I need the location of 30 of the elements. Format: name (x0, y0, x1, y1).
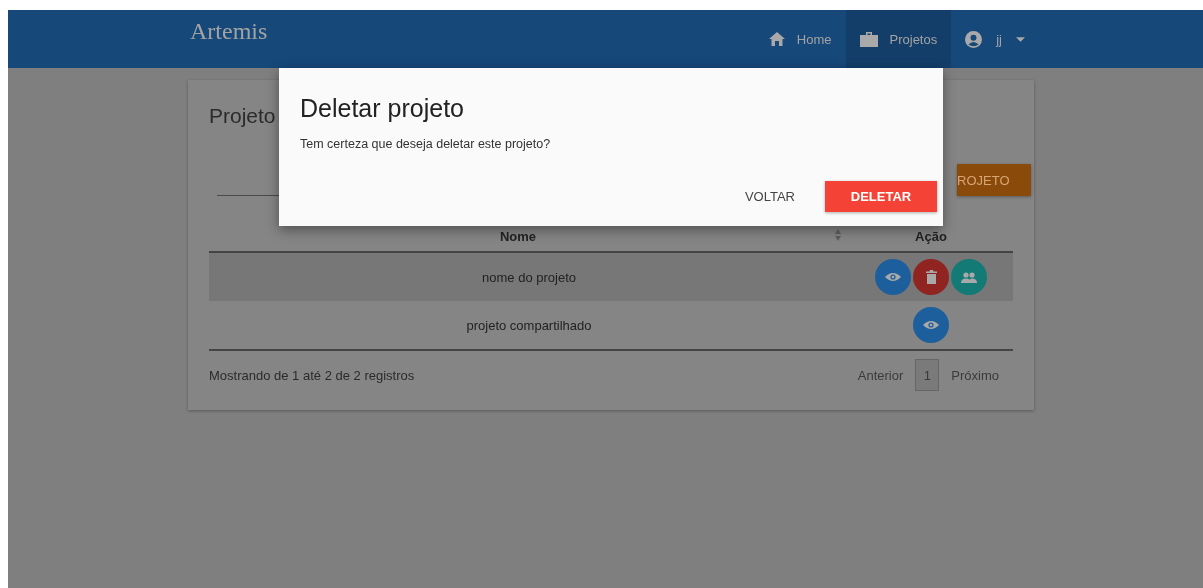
delete-button[interactable]: DELETAR (825, 181, 937, 212)
back-button[interactable]: VOLTAR (736, 183, 803, 210)
previous-link[interactable]: Anterior (857, 367, 904, 383)
card-title: Projeto (209, 104, 277, 128)
people-icon (961, 271, 977, 283)
new-project-button[interactable]: ROJETO (957, 164, 1031, 196)
trash-icon (925, 270, 937, 284)
next-link[interactable]: Próximo (951, 367, 999, 383)
caret-icon (1016, 36, 1025, 42)
view-button[interactable] (913, 307, 949, 343)
nav-link[interactable]: Home (754, 10, 846, 68)
dialog-message: Tem certeza que deseja deletar este projeto? (300, 137, 552, 151)
sort-icon[interactable] (835, 228, 841, 241)
share-button[interactable] (951, 259, 987, 295)
eye-icon (885, 272, 901, 282)
table-row[interactable]: projeto compartilhado (209, 301, 1013, 350)
project-name: nome do projeto (482, 269, 576, 285)
user-menu[interactable]: jj (951, 10, 1039, 68)
delete-button[interactable] (913, 259, 949, 295)
briefcase-icon (859, 31, 878, 47)
project-name: projeto compartilhado (466, 317, 592, 333)
view-button[interactable] (875, 259, 911, 295)
user-icon (965, 30, 983, 48)
page-button[interactable]: 1 (915, 359, 940, 391)
records-info: Mostrando de 1 até 2 de 2 registros (209, 367, 415, 383)
nav-link[interactable]: Projetos (845, 10, 952, 68)
eye-icon (923, 320, 939, 330)
dialog-title: Deletar projeto (300, 94, 464, 123)
logo[interactable]: Artemis (190, 10, 268, 68)
home-icon (768, 32, 785, 46)
